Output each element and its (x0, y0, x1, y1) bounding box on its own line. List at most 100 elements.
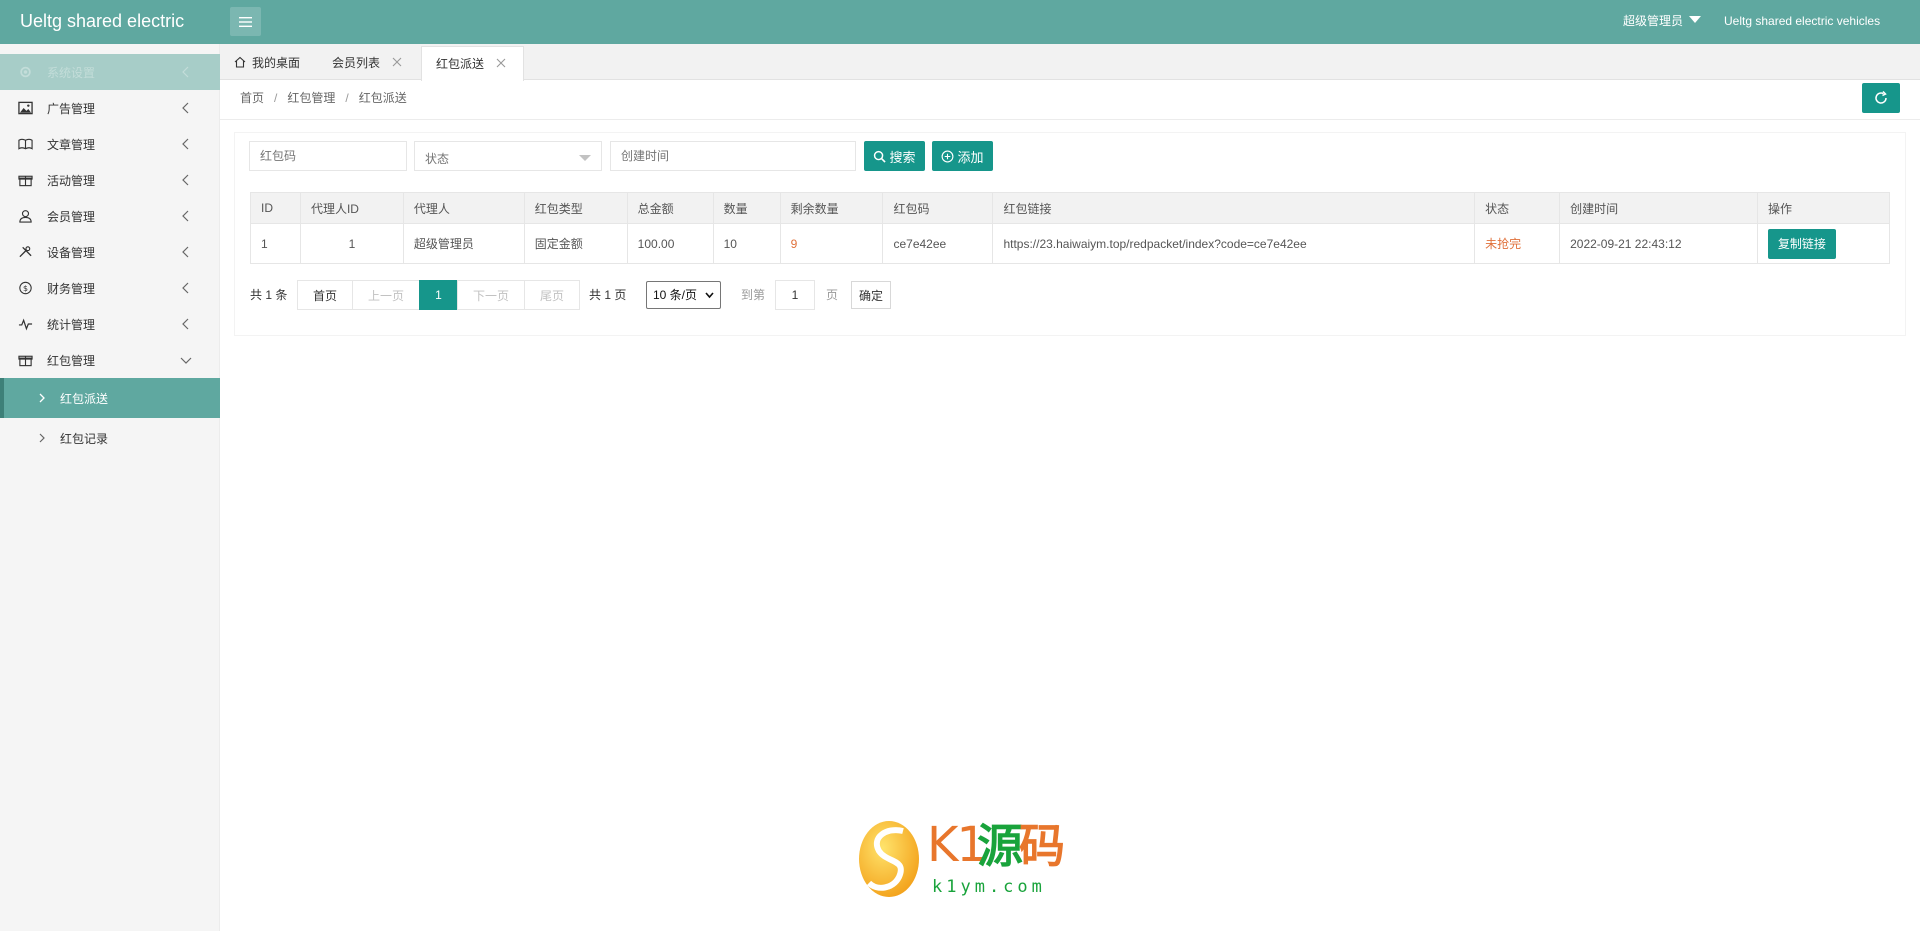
cell-agent: 超级管理员 (402, 223, 525, 264)
breadcrumb-current: 红包派送 (358, 91, 407, 105)
refresh-icon (1875, 91, 1887, 104)
tab-label: 我的桌面 (252, 56, 301, 70)
watermark-yuan: 源 (977, 820, 1023, 872)
sidebar-item-label: 会员管理 (47, 209, 96, 224)
menu-toggle-button[interactable] (230, 7, 261, 36)
tab-label: 会员列表 (332, 56, 381, 70)
pager-goto-input[interactable] (775, 280, 815, 310)
created-time-input[interactable] (610, 141, 856, 171)
watermark-ma: 码 (1019, 820, 1065, 872)
sidebar-item-label: 设备管理 (47, 245, 96, 260)
column-header: 红包类型 (523, 192, 628, 224)
cell-type: 固定金额 (523, 223, 628, 264)
cell-agent-id: 1 (299, 223, 404, 264)
breadcrumb-separator: / (274, 91, 278, 105)
site-link[interactable]: Ueltg shared electric vehicles (1724, 0, 1880, 42)
user-icon (19, 210, 32, 223)
add-button[interactable]: 添加 (932, 141, 993, 171)
breadcrumb-separator: / (345, 91, 349, 105)
sidebar: 系统设置 广告管理 文章管理 活动管理 会员管理 设备管理 $ 财务管理 统计管… (0, 44, 220, 931)
sidebar-subitem-red-packet-records[interactable]: 红包记录 (0, 418, 220, 458)
column-header: 剩余数量 (779, 192, 884, 224)
pager-prev-button[interactable]: 上一页 (352, 280, 420, 310)
pager-pages: 共 1 页 (589, 288, 627, 302)
dollar-icon: $ (19, 281, 32, 295)
sidebar-item-red-packets[interactable]: 红包管理 (0, 342, 220, 378)
chevron-right-icon (39, 433, 45, 443)
add-button-label: 添加 (957, 149, 984, 165)
status-select[interactable]: 状态 (414, 141, 602, 171)
chevron-left-icon (182, 138, 189, 150)
red-packet-code-input[interactable] (249, 141, 407, 171)
sidebar-item-label: 活动管理 (47, 173, 96, 188)
cell-created: 2022-09-21 22:43:12 (1559, 223, 1758, 264)
cell-status: 未抢完 (1474, 223, 1561, 264)
chevron-left-icon (182, 102, 189, 114)
tab-red-packet-send[interactable]: 红包派送 (421, 46, 524, 81)
gift-icon (18, 355, 33, 367)
sidebar-item-label: 统计管理 (47, 317, 96, 332)
red-packet-table: ID 代理人ID 代理人 红包类型 总金额 数量 剩余数量 红包码 红包链接 状… (250, 192, 1891, 264)
refresh-button[interactable] (1862, 83, 1900, 113)
gift-icon (18, 175, 33, 187)
tab-my-desktop[interactable]: 我的桌面 (234, 46, 314, 80)
sidebar-item-devices[interactable]: 设备管理 (0, 234, 220, 270)
tab-bar: 我的桌面 会员列表 红包派送 (220, 44, 1920, 81)
sidebar-item-activities[interactable]: 活动管理 (0, 162, 220, 198)
table-header-row: ID 代理人ID 代理人 红包类型 总金额 数量 剩余数量 红包码 红包链接 状… (250, 192, 1891, 224)
copy-link-button[interactable]: 复制链接 (1767, 228, 1836, 259)
sidebar-item-label: 文章管理 (47, 137, 96, 152)
column-header: 状态 (1474, 192, 1561, 224)
user-name: 超级管理员 (1623, 14, 1684, 28)
chevron-down-icon (705, 292, 714, 299)
pager-next-button[interactable]: 下一页 (457, 280, 525, 310)
column-header: 红包码 (882, 192, 994, 224)
sidebar-item-members[interactable]: 会员管理 (0, 198, 220, 234)
sidebar-item-system-settings[interactable]: 系统设置 (0, 54, 220, 90)
cell-id: 1 (250, 223, 301, 264)
column-header: 创建时间 (1559, 192, 1758, 224)
table-row: 1 1 超级管理员 固定金额 100.00 10 9 ce7e42ee http… (250, 223, 1891, 264)
pager-goto-prefix: 到第 (741, 288, 766, 302)
hamburger-icon (239, 16, 252, 27)
pager-last-button[interactable]: 尾页 (524, 280, 580, 310)
sidebar-item-label: 财务管理 (47, 281, 96, 296)
close-icon[interactable] (392, 57, 402, 67)
pager-confirm-button[interactable]: 确定 (851, 281, 891, 309)
chevron-left-icon (182, 318, 189, 330)
divider (220, 119, 1920, 120)
column-header: 红包链接 (992, 192, 1476, 224)
column-header: 数量 (712, 192, 781, 224)
search-button[interactable]: 搜索 (864, 141, 925, 171)
sidebar-item-label: 红包管理 (47, 353, 96, 368)
breadcrumb: 首页 / 红包管理 / 红包派送 (240, 90, 407, 106)
breadcrumb-home[interactable]: 首页 (240, 91, 264, 105)
chevron-left-icon (182, 282, 189, 294)
status-select-placeholder: 状态 (425, 152, 450, 166)
gear-icon (20, 66, 31, 78)
watermark-emblem-icon (859, 821, 919, 897)
tab-member-list[interactable]: 会员列表 (332, 46, 412, 80)
user-menu[interactable]: 超级管理员 (1623, 0, 1702, 42)
cell-code: ce7e42ee (882, 223, 994, 264)
sidebar-item-ads[interactable]: 广告管理 (0, 90, 220, 126)
column-header: ID (250, 192, 301, 224)
chevron-down-icon (180, 357, 192, 364)
pulse-icon (18, 318, 33, 331)
pager-first-button[interactable]: 首页 (297, 280, 353, 310)
plus-circle-icon (942, 150, 954, 162)
chevron-left-icon (182, 174, 189, 186)
sidebar-subitem-red-packet-send[interactable]: 红包派送 (0, 378, 220, 418)
sidebar-item-finance[interactable]: $ 财务管理 (0, 270, 220, 306)
sidebar-item-articles[interactable]: 文章管理 (0, 126, 220, 162)
sidebar-item-statistics[interactable]: 统计管理 (0, 306, 220, 342)
page-size-select[interactable]: 10 条/页 (646, 281, 721, 309)
watermark-domain: k1ym.com (932, 877, 1046, 897)
column-header: 代理人ID (299, 192, 404, 224)
close-icon[interactable] (496, 58, 506, 68)
pager-current-page[interactable]: 1 (419, 280, 458, 310)
top-header: Ueltg shared electric 超级管理员 Ueltg shared… (0, 0, 1920, 44)
breadcrumb-red-packets[interactable]: 红包管理 (287, 91, 335, 105)
pager-goto-suffix: 页 (826, 288, 839, 302)
caret-down-icon (579, 155, 591, 161)
